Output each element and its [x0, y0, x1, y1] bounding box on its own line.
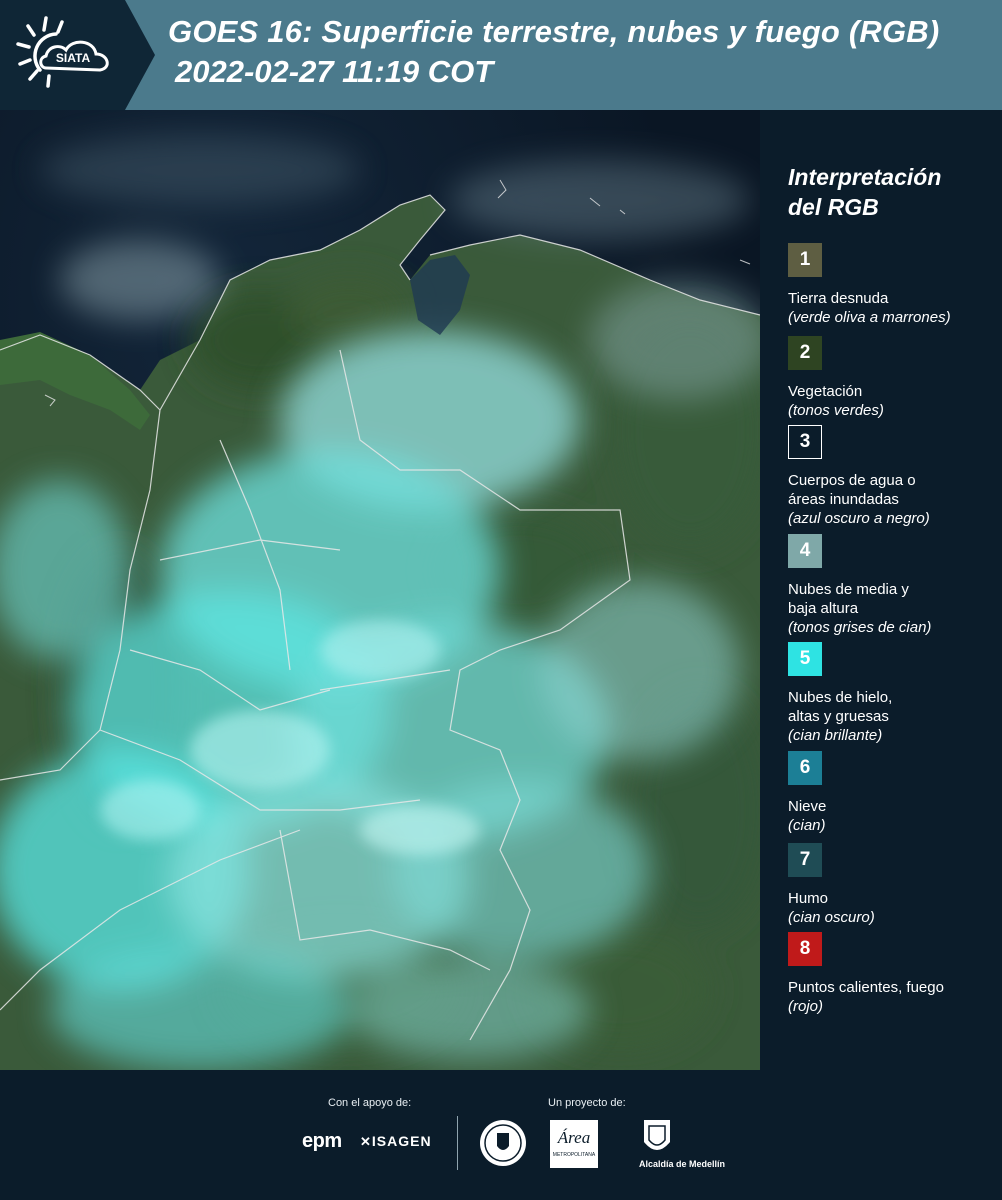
header: SIATA GOES 16: Superficie terrestre, nub… — [0, 0, 1002, 110]
alcaldia-logo-text: Alcaldía de Medellín — [639, 1159, 726, 1169]
legend-item-bare-soil: 1 Tierra desnuda (verde oliva a marrones… — [788, 243, 998, 327]
legend-swatch: 5 — [788, 642, 822, 676]
isagen-mark-icon: ✕ — [360, 1134, 372, 1149]
legend-item-vegetation: 2 Vegetación (tonos verdes) — [788, 336, 998, 420]
footer-divider — [457, 1116, 458, 1170]
legend-swatch: 3 — [788, 425, 822, 459]
siata-logo: SIATA — [0, 0, 155, 110]
legend-swatch: 2 — [788, 336, 822, 370]
map-timestamp: 2022-02-27 11:19 COT — [175, 54, 494, 89]
alcaldia-shield-icon — [644, 1120, 670, 1150]
legend-swatch: 4 — [788, 534, 822, 568]
legend-swatch: 6 — [788, 751, 822, 785]
svg-text:SIATA: SIATA — [56, 51, 91, 65]
medellin-seal-icon — [480, 1120, 526, 1166]
legend-item-ice-clouds: 5 Nubes de hielo, altas y gruesas (cian … — [788, 642, 998, 745]
legend-item-snow: 6 Nieve (cian) — [788, 751, 998, 835]
legend-swatch: 8 — [788, 932, 822, 966]
legend-title: Interpretación del RGB — [788, 164, 942, 220]
legend-item-water: 3 Cuerpos de agua o áreas inundadas (azu… — [788, 425, 998, 528]
support-caption: Con el apoyo de: — [328, 1097, 412, 1109]
legend-swatch: 7 — [788, 843, 822, 877]
satellite-map[interactable] — [0, 110, 760, 1070]
map-title: GOES 16: Superficie terrestre, nubes y f… — [168, 14, 940, 49]
project-caption: Un proyecto de: — [548, 1097, 626, 1109]
isagen-logo: ✕ISAGEN — [360, 1133, 432, 1149]
area-metropolitana-logo: Área METROPOLITANA — [550, 1120, 598, 1168]
epm-logo: epm — [302, 1130, 342, 1152]
satellite-image — [0, 110, 760, 1070]
legend-item-mid-low-clouds: 4 Nubes de media y baja altura (tonos gr… — [788, 534, 998, 637]
legend-panel: Interpretación del RGB 1 Tierra desnuda … — [760, 110, 1002, 1070]
legend-item-hot-spots: 8 Puntos calientes, fuego (rojo) — [788, 932, 998, 1016]
legend-swatch: 1 — [788, 243, 822, 277]
legend-item-smoke: 7 Humo (cian oscuro) — [788, 843, 998, 927]
footer: Con el apoyo de: Un proyecto de: epm ✕IS… — [0, 1070, 1002, 1200]
